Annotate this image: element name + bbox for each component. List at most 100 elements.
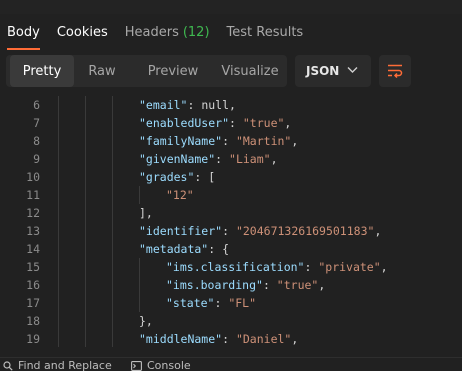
code-line: 19 "middleName": "Daniel", [0,330,462,347]
json-punctuation: , [291,134,299,148]
indent-guide [58,204,59,222]
json-punctuation: , [270,152,278,166]
json-value: "Liam" [229,152,271,166]
json-separator: : [304,260,319,274]
view-mode-group: Pretty Raw Preview Visualize [6,55,287,87]
indent-guide [85,294,86,312]
indent-guide [139,186,140,204]
indent-guide [85,330,86,347]
code-line: 18}, [0,312,462,330]
indent-guide [85,132,86,150]
indent-guide [85,168,86,186]
json-value: ], [139,206,153,220]
code-text: "12" [166,186,194,204]
json-separator: : [222,224,236,238]
json-punctuation: , [318,278,326,292]
indent-guide [58,276,59,294]
code-line: 11 "12" [0,186,462,204]
indent-guide [112,258,113,276]
indent-guide [58,330,59,347]
json-value: "Daniel" [235,332,292,346]
indent-guide [139,258,140,276]
format-select[interactable]: JSON [295,55,371,87]
indent-guide [58,222,59,240]
tab-body-label: Body [7,24,40,40]
indent-guide [85,312,86,330]
json-separator: : [229,116,243,130]
format-select-value: JSON [306,64,340,78]
raw-button[interactable]: Raw [80,55,124,87]
tab-test-results-label: Test Results [226,24,304,40]
line-number: 10 [26,170,40,184]
json-key: "givenName" [139,152,216,166]
tab-body[interactable]: Body [7,14,40,50]
indent-guide [112,222,113,240]
line-number: 11 [26,188,40,202]
line-number: 17 [26,296,40,310]
json-value: }, [139,314,153,328]
json-separator: : [222,134,236,148]
preview-button[interactable]: Preview [134,55,212,87]
indent-guide [58,96,59,114]
json-key: "middleName" [139,332,223,346]
indent-guide [112,150,113,168]
code-line: 14 "metadata": { [0,240,462,258]
indent-guide [58,312,59,330]
tab-headers[interactable]: Headers (12) [125,14,210,50]
json-separator: : [214,296,229,310]
console-button[interactable]: Console [131,359,191,371]
json-separator: : [187,98,202,112]
indent-guide [112,96,113,114]
json-value: [ [208,170,216,184]
json-value: "12" [166,188,194,202]
json-key: "identifier" [139,224,223,238]
indent-guide [112,330,113,347]
line-number: 19 [26,332,40,346]
line-number: 8 [33,134,40,148]
json-value: "204671326169501183" [235,224,375,238]
indent-guide [85,114,86,132]
code-text: "email": null, [139,96,236,114]
code-text: "state": "FL" [166,294,256,312]
indent-guide [112,204,113,222]
json-value: null, [201,98,236,112]
indent-guide [58,240,59,258]
indent-guide [112,294,113,312]
tab-test-results[interactable]: Test Results [227,14,304,50]
json-separator: : [208,242,223,256]
code-line: 17 "state": "FL" [0,294,462,312]
code-line: 13 "identifier": "204671326169501183", [0,222,462,240]
indent-guide [85,276,86,294]
indent-guide [58,258,59,276]
json-value: { [222,242,230,256]
line-number: 12 [26,206,40,220]
json-value: "private" [318,260,381,274]
magnifier-icon [3,360,13,371]
console-label: Console [147,359,191,371]
line-number: 6 [33,98,40,112]
wrap-lines-button[interactable] [379,55,411,87]
line-number: 13 [26,224,40,238]
code-line: 7 "enabledUser": "true", [0,114,462,132]
code-line: 12], [0,204,462,222]
code-line: 16 "ims.boarding": "true", [0,276,462,294]
pretty-button[interactable]: Pretty [10,55,74,87]
json-code-editor[interactable]: 6 "email": null, 7 "enabledUser": "true", 8 "… [0,96,462,347]
indent-guide [58,168,59,186]
indent-guide [58,294,59,312]
find-and-replace-button[interactable]: Find and Replace [3,359,112,371]
visualize-button[interactable]: Visualize [216,55,284,87]
body-toolbar: Pretty Raw Preview Visualize JSON [0,51,462,91]
indent-guide [139,276,140,294]
code-text: "identifier": "204671326169501183", [139,222,381,240]
code-text: "metadata": { [139,240,229,258]
indent-guide [85,258,86,276]
code-text: }, [139,312,153,330]
line-number: 15 [26,260,40,274]
tab-cookies[interactable]: Cookies [57,14,108,50]
code-line: 9 "givenName": "Liam", [0,150,462,168]
code-text: "enabledUser": "true", [139,114,291,132]
code-text: "grades": [ [139,168,215,186]
json-key: "state" [166,296,215,310]
code-text: "givenName": "Liam", [139,150,278,168]
